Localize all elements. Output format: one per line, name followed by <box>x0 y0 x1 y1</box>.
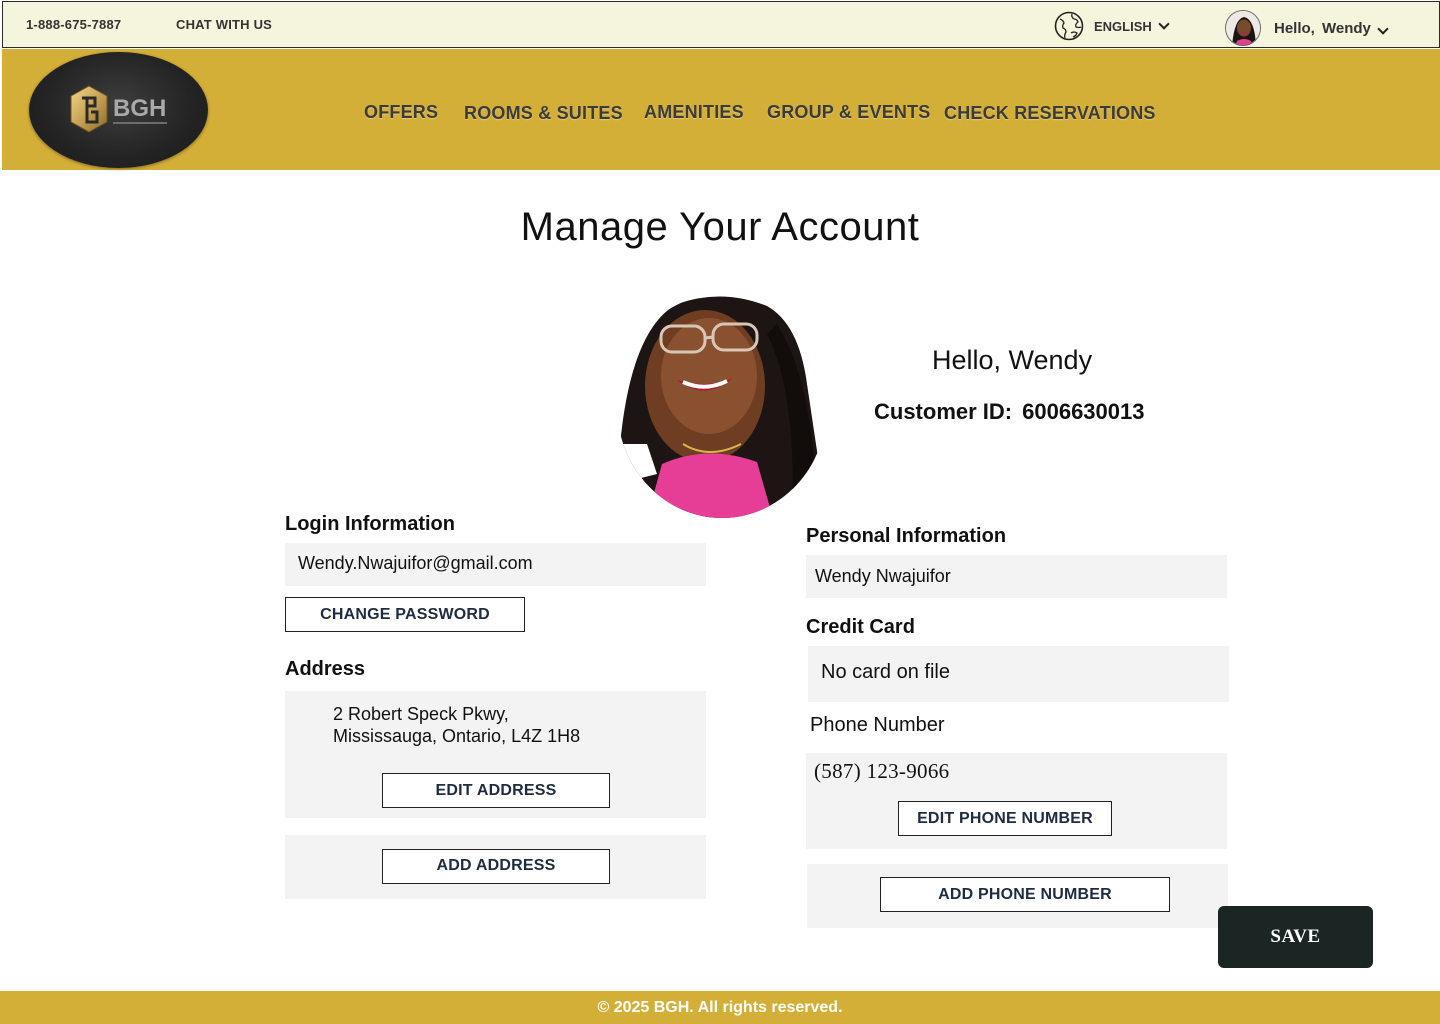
nav-group-events[interactable]: GROUP & EVENTS <box>767 102 931 123</box>
user-menu[interactable]: Hello, Wendy <box>1225 10 1389 46</box>
top-utility-bar: 1-888-675-7887 CHAT WITH US ENGLISH Hell… <box>2 1 1440 48</box>
add-phone-number-button[interactable]: ADD PHONE NUMBER <box>880 877 1170 912</box>
language-selector[interactable]: ENGLISH <box>1054 11 1170 41</box>
email-field[interactable]: Wendy.Nwajuifor@gmail.com <box>285 543 706 586</box>
phone-number-link[interactable]: 1-888-675-7887 <box>26 17 121 32</box>
customer-id-value: 6006630013 <box>1022 399 1145 424</box>
phone-panel: (587) 123-9066 EDIT PHONE NUMBER <box>806 753 1227 849</box>
nav-check-reservations[interactable]: CHECK RESERVATIONS <box>944 103 1156 124</box>
footer-copyright: © 2025 BGH. All rights reserved. <box>0 991 1440 1024</box>
user-avatar <box>1225 10 1261 46</box>
save-button[interactable]: SAVE <box>1218 906 1373 968</box>
phone-number-heading: Phone Number <box>810 714 945 736</box>
main-navbar: BGH OFFERS ROOMS & SUITES AMENITIES GROU… <box>2 49 1440 170</box>
credit-card-heading: Credit Card <box>806 616 915 638</box>
login-information-heading: Login Information <box>285 513 455 535</box>
page-title: Manage Your Account <box>520 205 920 249</box>
change-password-button[interactable]: CHANGE PASSWORD <box>285 597 525 632</box>
user-greeting: Hello, Wendy <box>1274 19 1371 37</box>
profile-photo[interactable] <box>617 294 827 518</box>
phone-number-value[interactable]: (587) 123-9066 <box>814 759 949 784</box>
profile-greeting: Hello, Wendy <box>932 345 1093 375</box>
add-phone-panel: ADD PHONE NUMBER <box>807 864 1228 928</box>
customer-id-label: Customer ID: <box>874 399 1013 424</box>
address-panel: 2 Robert Speck Pkwy, Mississauga, Ontari… <box>285 691 706 818</box>
language-label: ENGLISH <box>1094 18 1152 34</box>
chat-with-us-link[interactable]: CHAT WITH US <box>176 17 272 32</box>
globe-icon <box>1054 11 1084 41</box>
add-address-panel: ADD ADDRESS <box>285 835 706 899</box>
customer-id: Customer ID: 6006630013 <box>874 399 1144 425</box>
bgh-logo-mark: BGH <box>70 85 167 133</box>
chevron-down-icon <box>1158 18 1170 30</box>
add-address-button[interactable]: ADD ADDRESS <box>382 849 610 884</box>
chevron-down-icon <box>1377 23 1389 35</box>
edit-address-button[interactable]: EDIT ADDRESS <box>382 773 610 808</box>
address-line-2: Mississauga, Ontario, L4Z 1H8 <box>333 726 581 746</box>
nav-offers[interactable]: OFFERS <box>364 102 438 123</box>
address-text: 2 Robert Speck Pkwy, Mississauga, Ontari… <box>333 703 580 747</box>
nav-rooms-suites[interactable]: ROOMS & SUITES <box>464 103 623 124</box>
credit-card-field[interactable]: No card on file <box>808 646 1229 702</box>
nav-amenities[interactable]: AMENITIES <box>644 102 744 123</box>
address-heading: Address <box>285 658 366 680</box>
address-line-1: 2 Robert Speck Pkwy, <box>333 704 509 724</box>
personal-information-heading: Personal Information <box>806 525 1007 547</box>
svg-text:BGH: BGH <box>113 95 166 122</box>
bgh-logo[interactable]: BGH <box>29 52 208 168</box>
edit-phone-number-button[interactable]: EDIT PHONE NUMBER <box>898 801 1112 836</box>
full-name-field[interactable]: Wendy Nwajuifor <box>806 555 1227 598</box>
